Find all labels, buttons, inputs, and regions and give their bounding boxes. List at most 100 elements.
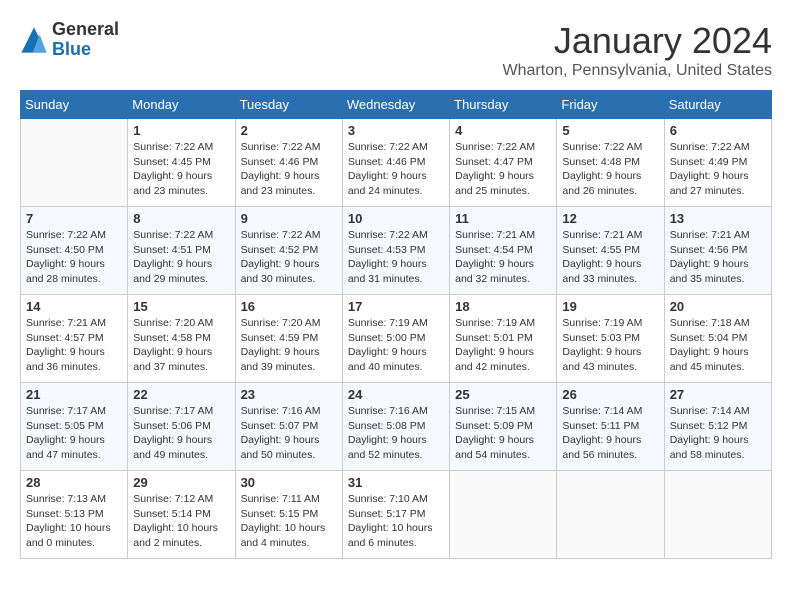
day-number: 13 — [670, 211, 766, 226]
day-info: Sunrise: 7:22 AMSunset: 4:46 PMDaylight:… — [348, 140, 444, 199]
month-title: January 2024 — [503, 20, 772, 62]
day-info: Sunrise: 7:22 AMSunset: 4:50 PMDaylight:… — [26, 228, 122, 287]
day-info: Sunrise: 7:14 AMSunset: 5:11 PMDaylight:… — [562, 404, 658, 463]
day-info: Sunrise: 7:17 AMSunset: 5:05 PMDaylight:… — [26, 404, 122, 463]
day-number: 1 — [133, 123, 229, 138]
day-number: 2 — [241, 123, 337, 138]
day-number: 12 — [562, 211, 658, 226]
day-info: Sunrise: 7:11 AMSunset: 5:15 PMDaylight:… — [241, 492, 337, 551]
calendar-day-cell: 9 Sunrise: 7:22 AMSunset: 4:52 PMDaylight… — [235, 207, 342, 295]
day-info: Sunrise: 7:19 AMSunset: 5:00 PMDaylight:… — [348, 316, 444, 375]
day-info: Sunrise: 7:22 AMSunset: 4:52 PMDaylight:… — [241, 228, 337, 287]
day-number: 11 — [455, 211, 551, 226]
calendar-day-cell: 23 Sunrise: 7:16 AMSunset: 5:07 PMDayligh… — [235, 383, 342, 471]
day-number: 9 — [241, 211, 337, 226]
calendar-day-cell: 12 Sunrise: 7:21 AMSunset: 4:55 PMDayligh… — [557, 207, 664, 295]
day-number: 22 — [133, 387, 229, 402]
day-info: Sunrise: 7:22 AMSunset: 4:53 PMDaylight:… — [348, 228, 444, 287]
calendar-day-cell: 20 Sunrise: 7:18 AMSunset: 5:04 PMDayligh… — [664, 295, 771, 383]
day-info: Sunrise: 7:22 AMSunset: 4:51 PMDaylight:… — [133, 228, 229, 287]
day-number: 27 — [670, 387, 766, 402]
day-info: Sunrise: 7:22 AMSunset: 4:48 PMDaylight:… — [562, 140, 658, 199]
calendar-day-cell: 11 Sunrise: 7:21 AMSunset: 4:54 PMDayligh… — [450, 207, 557, 295]
calendar-header-row: SundayMondayTuesdayWednesdayThursdayFrid… — [21, 91, 772, 119]
day-header-monday: Monday — [128, 91, 235, 119]
day-header-thursday: Thursday — [450, 91, 557, 119]
day-info: Sunrise: 7:22 AMSunset: 4:46 PMDaylight:… — [241, 140, 337, 199]
calendar-day-cell: 5Sunrise: 7:22 AMSunset: 4:48 PMDaylight… — [557, 119, 664, 207]
day-info: Sunrise: 7:21 AMSunset: 4:54 PMDaylight:… — [455, 228, 551, 287]
day-info: Sunrise: 7:20 AMSunset: 4:58 PMDaylight:… — [133, 316, 229, 375]
day-number: 21 — [26, 387, 122, 402]
logo-text: General Blue — [52, 20, 119, 60]
page-header: General Blue January 2024 Wharton, Penns… — [20, 20, 772, 80]
calendar-day-cell: 8 Sunrise: 7:22 AMSunset: 4:51 PMDaylight… — [128, 207, 235, 295]
day-info: Sunrise: 7:15 AMSunset: 5:09 PMDaylight:… — [455, 404, 551, 463]
logo-blue-label: Blue — [52, 40, 119, 60]
day-info: Sunrise: 7:20 AMSunset: 4:59 PMDaylight:… — [241, 316, 337, 375]
day-number: 24 — [348, 387, 444, 402]
day-number: 7 — [26, 211, 122, 226]
day-number: 30 — [241, 475, 337, 490]
calendar-week-row: 1 Sunrise: 7:22 AMSunset: 4:45 PMDaylight… — [21, 119, 772, 207]
day-number: 26 — [562, 387, 658, 402]
calendar-day-cell: 4 Sunrise: 7:22 AMSunset: 4:47 PMDaylight… — [450, 119, 557, 207]
logo-general-label: General — [52, 20, 119, 40]
day-header-sunday: Sunday — [21, 91, 128, 119]
day-header-tuesday: Tuesday — [235, 91, 342, 119]
day-header-friday: Friday — [557, 91, 664, 119]
day-number: 31 — [348, 475, 444, 490]
day-info: Sunrise: 7:18 AMSunset: 5:04 PMDaylight:… — [670, 316, 766, 375]
calendar-day-cell — [21, 119, 128, 207]
day-number: 23 — [241, 387, 337, 402]
day-info: Sunrise: 7:22 AMSunset: 4:47 PMDaylight:… — [455, 140, 551, 199]
day-number: 29 — [133, 475, 229, 490]
calendar-day-cell: 6Sunrise: 7:22 AMSunset: 4:49 PMDaylight… — [664, 119, 771, 207]
day-number: 4 — [455, 123, 551, 138]
calendar-day-cell: 3 Sunrise: 7:22 AMSunset: 4:46 PMDaylight… — [342, 119, 449, 207]
calendar-day-cell: 28 Sunrise: 7:13 AMSunset: 5:13 PMDayligh… — [21, 471, 128, 559]
calendar-week-row: 28 Sunrise: 7:13 AMSunset: 5:13 PMDayligh… — [21, 471, 772, 559]
day-number: 17 — [348, 299, 444, 314]
day-info: Sunrise: 7:22 AMSunset: 4:45 PMDaylight:… — [133, 140, 229, 199]
calendar-day-cell: 29 Sunrise: 7:12 AMSunset: 5:14 PMDayligh… — [128, 471, 235, 559]
day-info: Sunrise: 7:14 AMSunset: 5:12 PMDaylight:… — [670, 404, 766, 463]
day-number: 3 — [348, 123, 444, 138]
title-block: January 2024 Wharton, Pennsylvania, Unit… — [503, 20, 772, 80]
day-info: Sunrise: 7:17 AMSunset: 5:06 PMDaylight:… — [133, 404, 229, 463]
day-number: 25 — [455, 387, 551, 402]
calendar-day-cell: 14Sunrise: 7:21 AMSunset: 4:57 PMDayligh… — [21, 295, 128, 383]
calendar-day-cell: 26 Sunrise: 7:14 AMSunset: 5:11 PMDayligh… — [557, 383, 664, 471]
calendar-day-cell: 31Sunrise: 7:10 AMSunset: 5:17 PMDayligh… — [342, 471, 449, 559]
logo-icon — [20, 26, 48, 54]
day-info: Sunrise: 7:21 AMSunset: 4:56 PMDaylight:… — [670, 228, 766, 287]
day-info: Sunrise: 7:12 AMSunset: 5:14 PMDaylight:… — [133, 492, 229, 551]
calendar-week-row: 14Sunrise: 7:21 AMSunset: 4:57 PMDayligh… — [21, 295, 772, 383]
calendar-day-cell — [664, 471, 771, 559]
calendar-day-cell — [557, 471, 664, 559]
day-number: 10 — [348, 211, 444, 226]
calendar-day-cell: 25 Sunrise: 7:15 AMSunset: 5:09 PMDayligh… — [450, 383, 557, 471]
calendar-day-cell: 1 Sunrise: 7:22 AMSunset: 4:45 PMDaylight… — [128, 119, 235, 207]
calendar-day-cell: 10 Sunrise: 7:22 AMSunset: 4:53 PMDayligh… — [342, 207, 449, 295]
day-info: Sunrise: 7:21 AMSunset: 4:55 PMDaylight:… — [562, 228, 658, 287]
calendar-day-cell: 19 Sunrise: 7:19 AMSunset: 5:03 PMDayligh… — [557, 295, 664, 383]
day-number: 8 — [133, 211, 229, 226]
day-info: Sunrise: 7:19 AMSunset: 5:03 PMDaylight:… — [562, 316, 658, 375]
day-number: 20 — [670, 299, 766, 314]
day-header-wednesday: Wednesday — [342, 91, 449, 119]
day-info: Sunrise: 7:16 AMSunset: 5:07 PMDaylight:… — [241, 404, 337, 463]
day-number: 28 — [26, 475, 122, 490]
day-number: 15 — [133, 299, 229, 314]
location-label: Wharton, Pennsylvania, United States — [503, 62, 772, 80]
day-info: Sunrise: 7:22 AMSunset: 4:49 PMDaylight:… — [670, 140, 766, 199]
day-info: Sunrise: 7:13 AMSunset: 5:13 PMDaylight:… — [26, 492, 122, 551]
calendar-day-cell: 22 Sunrise: 7:17 AMSunset: 5:06 PMDayligh… — [128, 383, 235, 471]
day-number: 19 — [562, 299, 658, 314]
calendar-day-cell: 27 Sunrise: 7:14 AMSunset: 5:12 PMDayligh… — [664, 383, 771, 471]
calendar-day-cell: 16 Sunrise: 7:20 AMSunset: 4:59 PMDayligh… — [235, 295, 342, 383]
day-number: 16 — [241, 299, 337, 314]
calendar-week-row: 21 Sunrise: 7:17 AMSunset: 5:05 PMDayligh… — [21, 383, 772, 471]
day-info: Sunrise: 7:19 AMSunset: 5:01 PMDaylight:… — [455, 316, 551, 375]
day-number: 14 — [26, 299, 122, 314]
